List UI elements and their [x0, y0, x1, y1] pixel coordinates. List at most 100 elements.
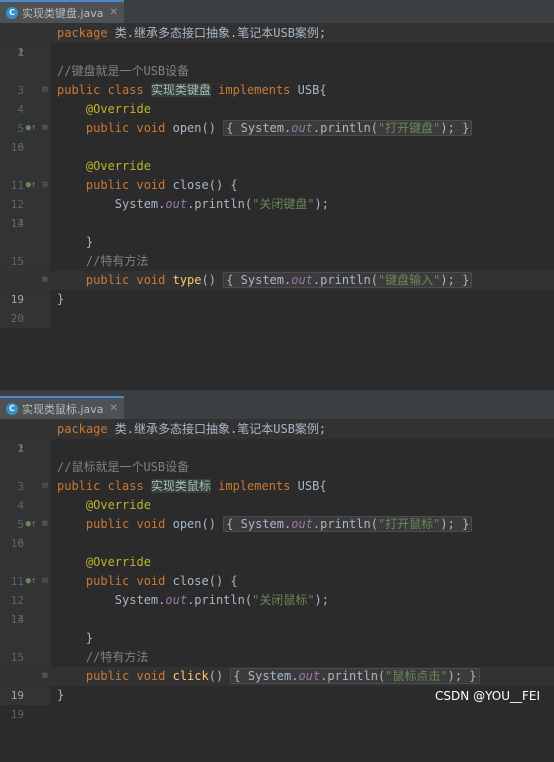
folded-body[interactable]: { System.out.println("打开鼠标"); }	[223, 516, 473, 532]
comment: //鼠标就是一个USB设备	[57, 460, 190, 474]
folded-body[interactable]: { System.out.println("打开键盘"); }	[223, 120, 473, 136]
code-line[interactable]: 15 }	[0, 629, 554, 664]
comment: //特有方法	[85, 254, 149, 268]
override-gutter-icon[interactable]: ●↑	[25, 119, 37, 138]
punct: () {	[208, 574, 238, 588]
code-line[interactable]: 11 @Override	[0, 553, 554, 588]
code-line[interactable]: 14	[0, 610, 554, 629]
code-line[interactable]: 6 ●↑ ⊞ public void open() { System.out.p…	[0, 119, 554, 154]
keyword: public void	[85, 517, 173, 531]
folded-body[interactable]: { System.out.println("鼠标点击"); }	[230, 668, 480, 684]
fold-icon[interactable]: ⊟	[40, 176, 50, 195]
code-line[interactable]: 4 ⊟ public class 实现类鼠标 implements USB{	[0, 477, 554, 512]
method-call: .println(	[312, 517, 378, 531]
line-number: 10	[10, 141, 24, 154]
code-line[interactable]: 16 //特有方法	[0, 252, 554, 287]
code-line[interactable]: 5 @Override	[0, 496, 554, 531]
fold-icon[interactable]: ⊞	[40, 515, 50, 534]
punct: ()	[201, 517, 224, 531]
code-line[interactable]: 1 package 类.继承多态接口抽象.笔记本USB案例;	[0, 420, 554, 455]
interface-name: USB{	[297, 479, 327, 493]
fold-icon[interactable]: ⊟	[40, 477, 50, 496]
punct: );	[447, 669, 463, 683]
tab-mouse-java[interactable]: C 实现类鼠标.java ✕	[0, 396, 124, 419]
code-line[interactable]: 3 //键盘就是一个USB设备	[0, 62, 554, 97]
method-name: open	[172, 517, 202, 531]
brace: }	[57, 688, 65, 702]
editor-pane-mouse: C 实现类鼠标.java ✕ 1 package 类.继承多态接口抽象.笔记本U…	[0, 396, 554, 721]
code-line[interactable]: 14	[0, 214, 554, 233]
tab-bar: C 实现类键盘.java ✕	[0, 0, 554, 24]
punct: );	[314, 593, 329, 607]
fold-icon[interactable]: ⊞	[40, 271, 50, 290]
watermark: CSDN @YOU__FEI	[435, 689, 540, 703]
package-name: 类.继承多态接口抽象.笔记本USB案例;	[107, 422, 327, 436]
code-line[interactable]: 3 //鼠标就是一个USB设备	[0, 458, 554, 493]
keyword: package	[57, 422, 108, 436]
code-line[interactable]: 10	[0, 138, 554, 157]
code-line[interactable]: 20	[0, 309, 554, 328]
punct: );	[440, 121, 455, 135]
tab-keyboard-java[interactable]: C 实现类键盘.java ✕	[0, 0, 124, 23]
override-gutter-icon[interactable]: ●↑	[25, 515, 37, 534]
method-name: close	[172, 178, 209, 192]
keyword: public void	[85, 273, 173, 287]
code-line[interactable]: 12 ●↑ ⊟ public void close() {	[0, 176, 554, 211]
class-name: 实现类鼠标	[150, 479, 211, 493]
editor-pane-keyboard: C 实现类键盘.java ✕ 1 package 类.继承多态接口抽象.笔记本U…	[0, 0, 554, 390]
method-name: close	[172, 574, 209, 588]
close-icon[interactable]: ✕	[110, 7, 118, 18]
code-line[interactable]: 1 package 类.继承多态接口抽象.笔记本USB案例;	[0, 24, 554, 59]
code-line[interactable]: 10	[0, 534, 554, 553]
fold-icon[interactable]: ⊞	[40, 667, 50, 686]
method-call: .println(	[187, 593, 253, 607]
folded-body[interactable]: { System.out.println("键盘输入"); }	[223, 272, 473, 288]
field-ref: out	[165, 593, 188, 607]
override-gutter-icon[interactable]: ●↑	[25, 176, 37, 195]
comment: //键盘就是一个USB设备	[57, 64, 190, 78]
code-editor[interactable]: 1 package 类.继承多态接口抽象.笔记本USB案例; 2 3 //键盘就…	[0, 24, 554, 328]
code-line[interactable]: 4 ⊟ public class 实现类键盘 implements USB{	[0, 81, 554, 116]
method-call: .println(	[312, 273, 378, 287]
code-line[interactable]: 11 @Override	[0, 157, 554, 192]
system-ref: System.	[114, 197, 166, 211]
string-literal: "关闭键盘"	[252, 197, 315, 211]
code-line[interactable]: 2	[0, 43, 554, 62]
override-gutter-icon[interactable]: ●↑	[25, 572, 37, 591]
line-number: 19	[10, 708, 24, 721]
tab-label: 实现类鼠标.java	[22, 402, 104, 416]
annotation: @Override	[85, 555, 151, 569]
punct: );	[440, 273, 455, 287]
line-number: 10	[10, 537, 24, 550]
code-line[interactable]: 5 @Override	[0, 100, 554, 135]
code-line[interactable]: 13 System.out.println("关闭鼠标");	[0, 591, 554, 626]
string-literal: "打开键盘"	[377, 121, 441, 135]
keyword: public void	[85, 574, 173, 588]
close-icon[interactable]: ✕	[110, 403, 118, 414]
punct: ()	[201, 121, 224, 135]
keyword: package	[57, 26, 108, 40]
code-line[interactable]: 19 ⊞ public void type() { System.out.pri…	[0, 271, 554, 306]
system-ref: System.	[240, 273, 292, 287]
fold-icon[interactable]: ⊟	[40, 572, 50, 591]
code-line[interactable]: 2	[0, 439, 554, 458]
punct: ()	[208, 669, 231, 683]
java-class-icon: C	[6, 402, 18, 415]
code-line[interactable]: 12 ●↑ ⊟ public void close() {	[0, 572, 554, 607]
fold-icon[interactable]: ⊟	[40, 81, 50, 100]
code-line[interactable]: 13 System.out.println("关闭键盘");	[0, 195, 554, 230]
field-ref: out	[291, 273, 313, 287]
system-ref: System.	[240, 517, 292, 531]
line-number: 14	[10, 217, 24, 230]
keyword: public void	[85, 178, 173, 192]
code-line[interactable]: 16 //特有方法	[0, 648, 554, 683]
code-editor[interactable]: 1 package 类.继承多态接口抽象.笔记本USB案例; 2 3 //鼠标就…	[0, 420, 554, 721]
code-line[interactable]: 15 }	[0, 233, 554, 268]
annotation: @Override	[85, 498, 151, 512]
code-line[interactable]: 20 }	[0, 290, 554, 325]
code-line[interactable]: 6 ●↑ ⊞ public void open() { System.out.p…	[0, 515, 554, 550]
fold-icon[interactable]: ⊞	[40, 119, 50, 138]
java-class-icon: C	[6, 6, 18, 19]
field-ref: out	[291, 517, 313, 531]
code-line[interactable]: 19 ⊞ public void click() { System.out.pr…	[0, 667, 554, 702]
